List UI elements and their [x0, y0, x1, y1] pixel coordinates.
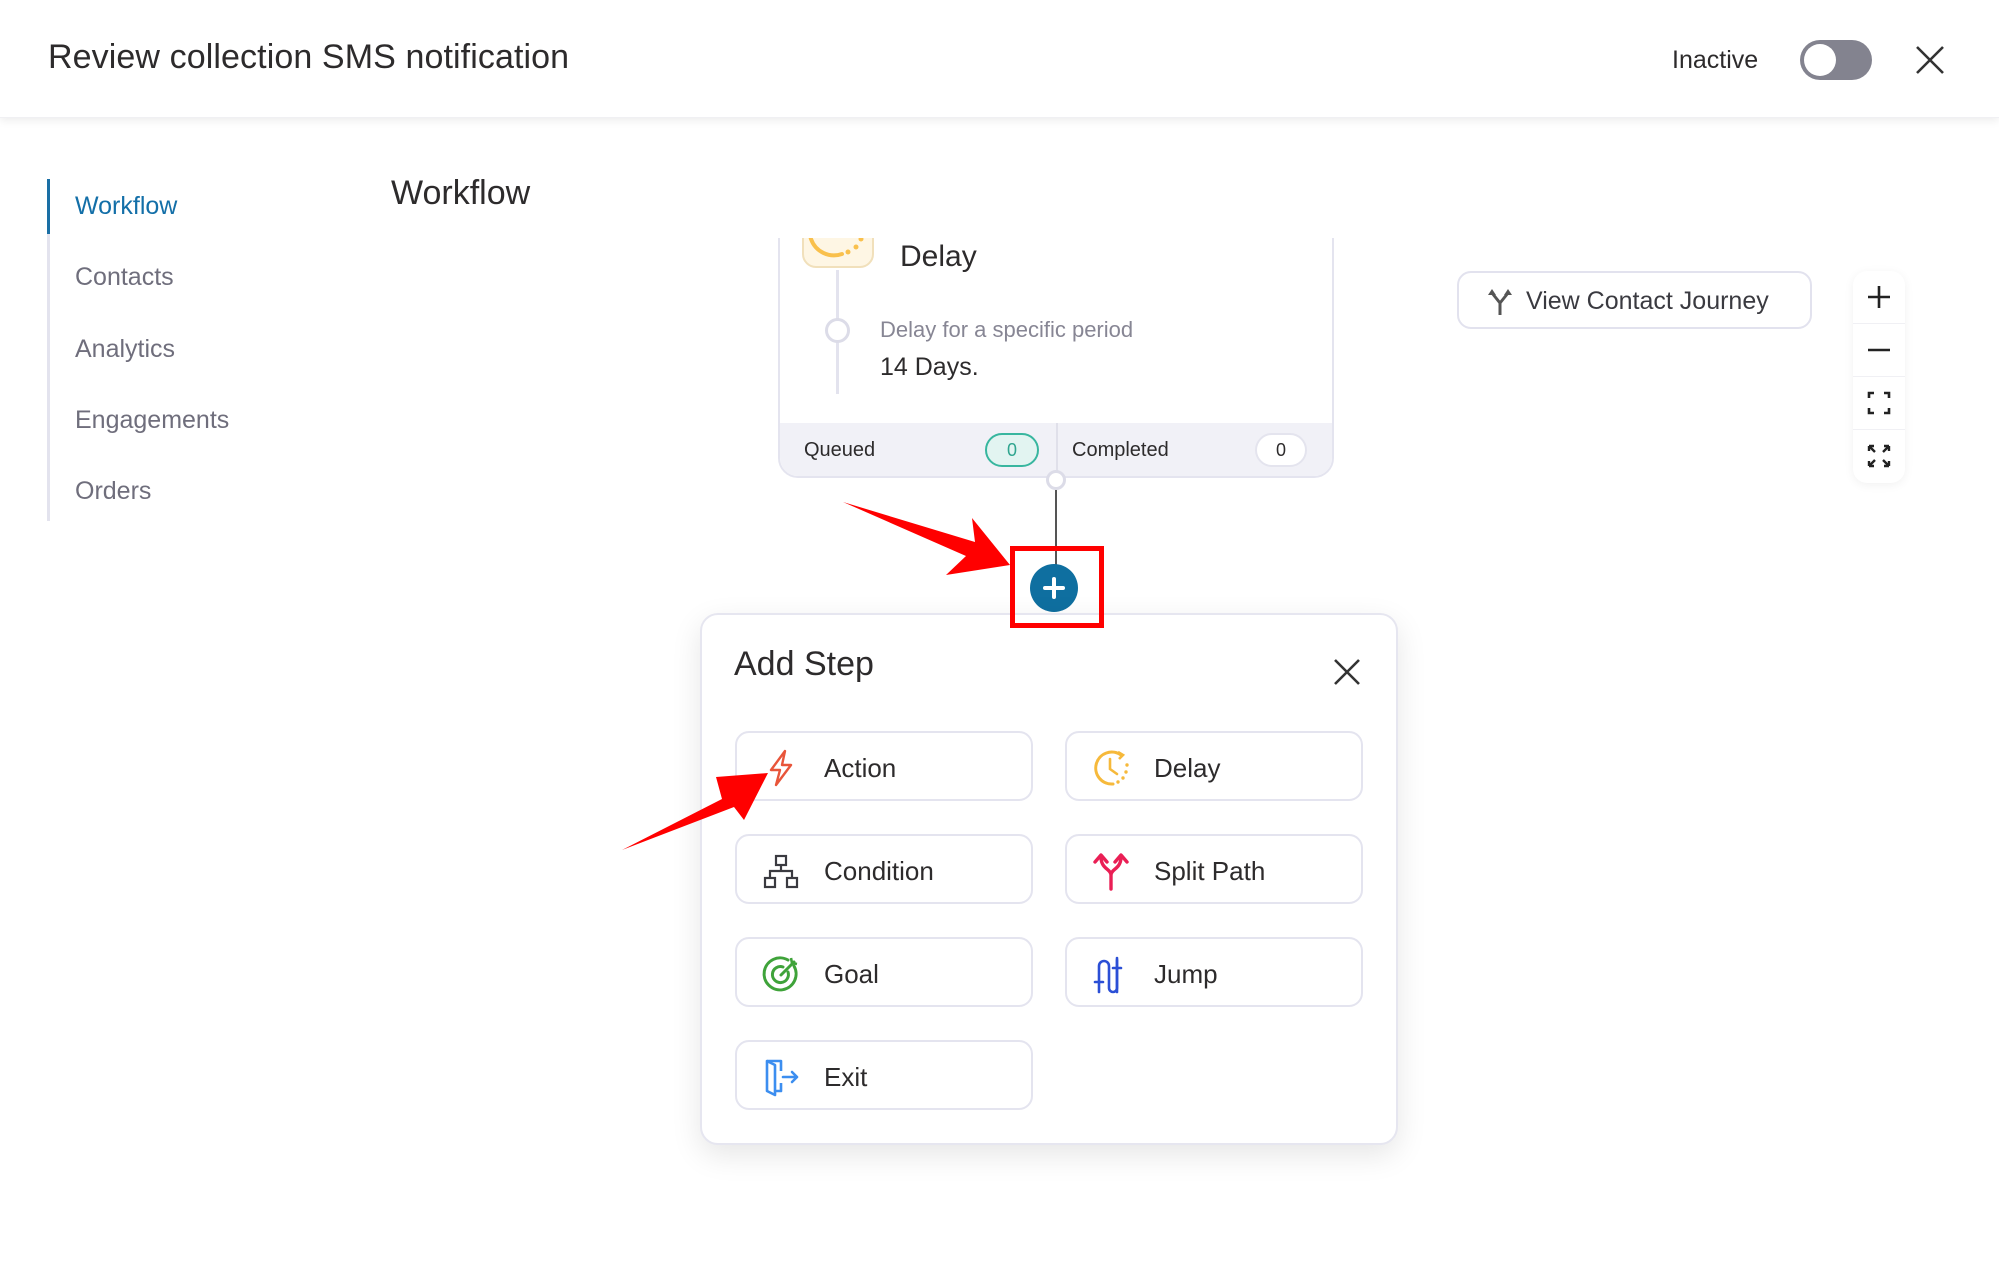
clock-icon	[802, 238, 874, 268]
delay-description: Delay for a specific period	[880, 317, 1134, 342]
timeline-dot	[825, 318, 850, 343]
completed-label: Completed	[1072, 439, 1169, 461]
step-option-label: Condition	[824, 856, 934, 886]
delay-value: 14 Days.	[880, 353, 979, 381]
sidebar-item-workflow[interactable]: Workflow	[75, 192, 177, 221]
queued-label: Queued	[804, 439, 876, 461]
sidebar-nav: Workflow Contacts Analytics Engagements …	[47, 179, 307, 521]
sidebar-item-contacts[interactable]: Contacts	[75, 263, 174, 292]
step-option-label: Action	[824, 753, 897, 783]
step-option-label: Exit	[824, 1062, 868, 1092]
annotation-highlight-box	[1010, 546, 1104, 628]
queued-count-badge: 0	[985, 433, 1039, 467]
step-option-split-path[interactable]: Split Path	[1065, 834, 1363, 904]
active-toggle[interactable]	[1800, 40, 1872, 80]
sidebar-active-indicator	[47, 179, 50, 234]
target-icon	[761, 954, 801, 994]
zoom-out-icon	[1868, 348, 1890, 352]
zoom-out-button[interactable]	[1853, 324, 1905, 377]
page-heading: Workflow	[391, 174, 531, 212]
sidebar-item-engagements[interactable]: Engagements	[75, 406, 229, 435]
workflow-title: Review collection SMS notification	[48, 38, 570, 76]
step-option-label: Jump	[1154, 959, 1218, 989]
top-header: Review collection SMS notification Inact…	[0, 0, 1999, 118]
step-option-jump[interactable]: Jump	[1065, 937, 1363, 1007]
step-option-label: Goal	[824, 959, 879, 989]
jump-icon	[1091, 954, 1131, 994]
step-option-delay[interactable]: Delay	[1065, 731, 1363, 801]
step-option-action[interactable]: Action	[735, 731, 1033, 801]
popup-title: Add Step	[734, 645, 874, 683]
fit-view-icon	[1867, 391, 1891, 415]
status-label: Inactive	[1672, 46, 1759, 74]
zoom-in-button[interactable]	[1853, 271, 1905, 324]
view-contact-journey-button[interactable]: View Contact Journey	[1457, 271, 1812, 329]
close-icon[interactable]	[1330, 655, 1364, 689]
fullscreen-icon	[1867, 444, 1891, 468]
delay-card-title: Delay	[900, 240, 977, 273]
zoom-controls	[1853, 271, 1905, 483]
exit-door-icon	[761, 1057, 801, 1097]
split-path-icon	[1091, 851, 1131, 891]
clock-icon	[1091, 748, 1131, 788]
close-icon[interactable]	[1912, 42, 1948, 78]
split-arrows-icon	[1485, 285, 1515, 317]
hierarchy-icon	[761, 851, 801, 891]
add-step-popup: Add Step Action Delay Condition Split Pa…	[700, 613, 1398, 1145]
fit-view-button[interactable]	[1853, 377, 1905, 430]
journey-button-label: View Contact Journey	[1526, 287, 1769, 315]
step-option-label: Delay	[1154, 753, 1221, 783]
step-option-label: Split Path	[1154, 856, 1266, 886]
lightning-icon	[761, 748, 801, 788]
fullscreen-button[interactable]	[1853, 430, 1905, 483]
delay-step-card[interactable]: Delay Delay for a specific period 14 Day…	[778, 238, 1334, 478]
sidebar-item-analytics[interactable]: Analytics	[75, 335, 175, 364]
sidebar-item-orders[interactable]: Orders	[75, 477, 151, 506]
step-option-exit[interactable]: Exit	[735, 1040, 1033, 1110]
toggle-knob	[1804, 44, 1836, 76]
zoom-in-icon	[1868, 286, 1890, 308]
step-option-goal[interactable]: Goal	[735, 937, 1033, 1007]
workflow-canvas[interactable]: Delay Delay for a specific period 14 Day…	[380, 238, 1999, 1274]
completed-count-badge: 0	[1255, 433, 1307, 467]
connector-dot	[1046, 470, 1066, 490]
step-option-condition[interactable]: Condition	[735, 834, 1033, 904]
